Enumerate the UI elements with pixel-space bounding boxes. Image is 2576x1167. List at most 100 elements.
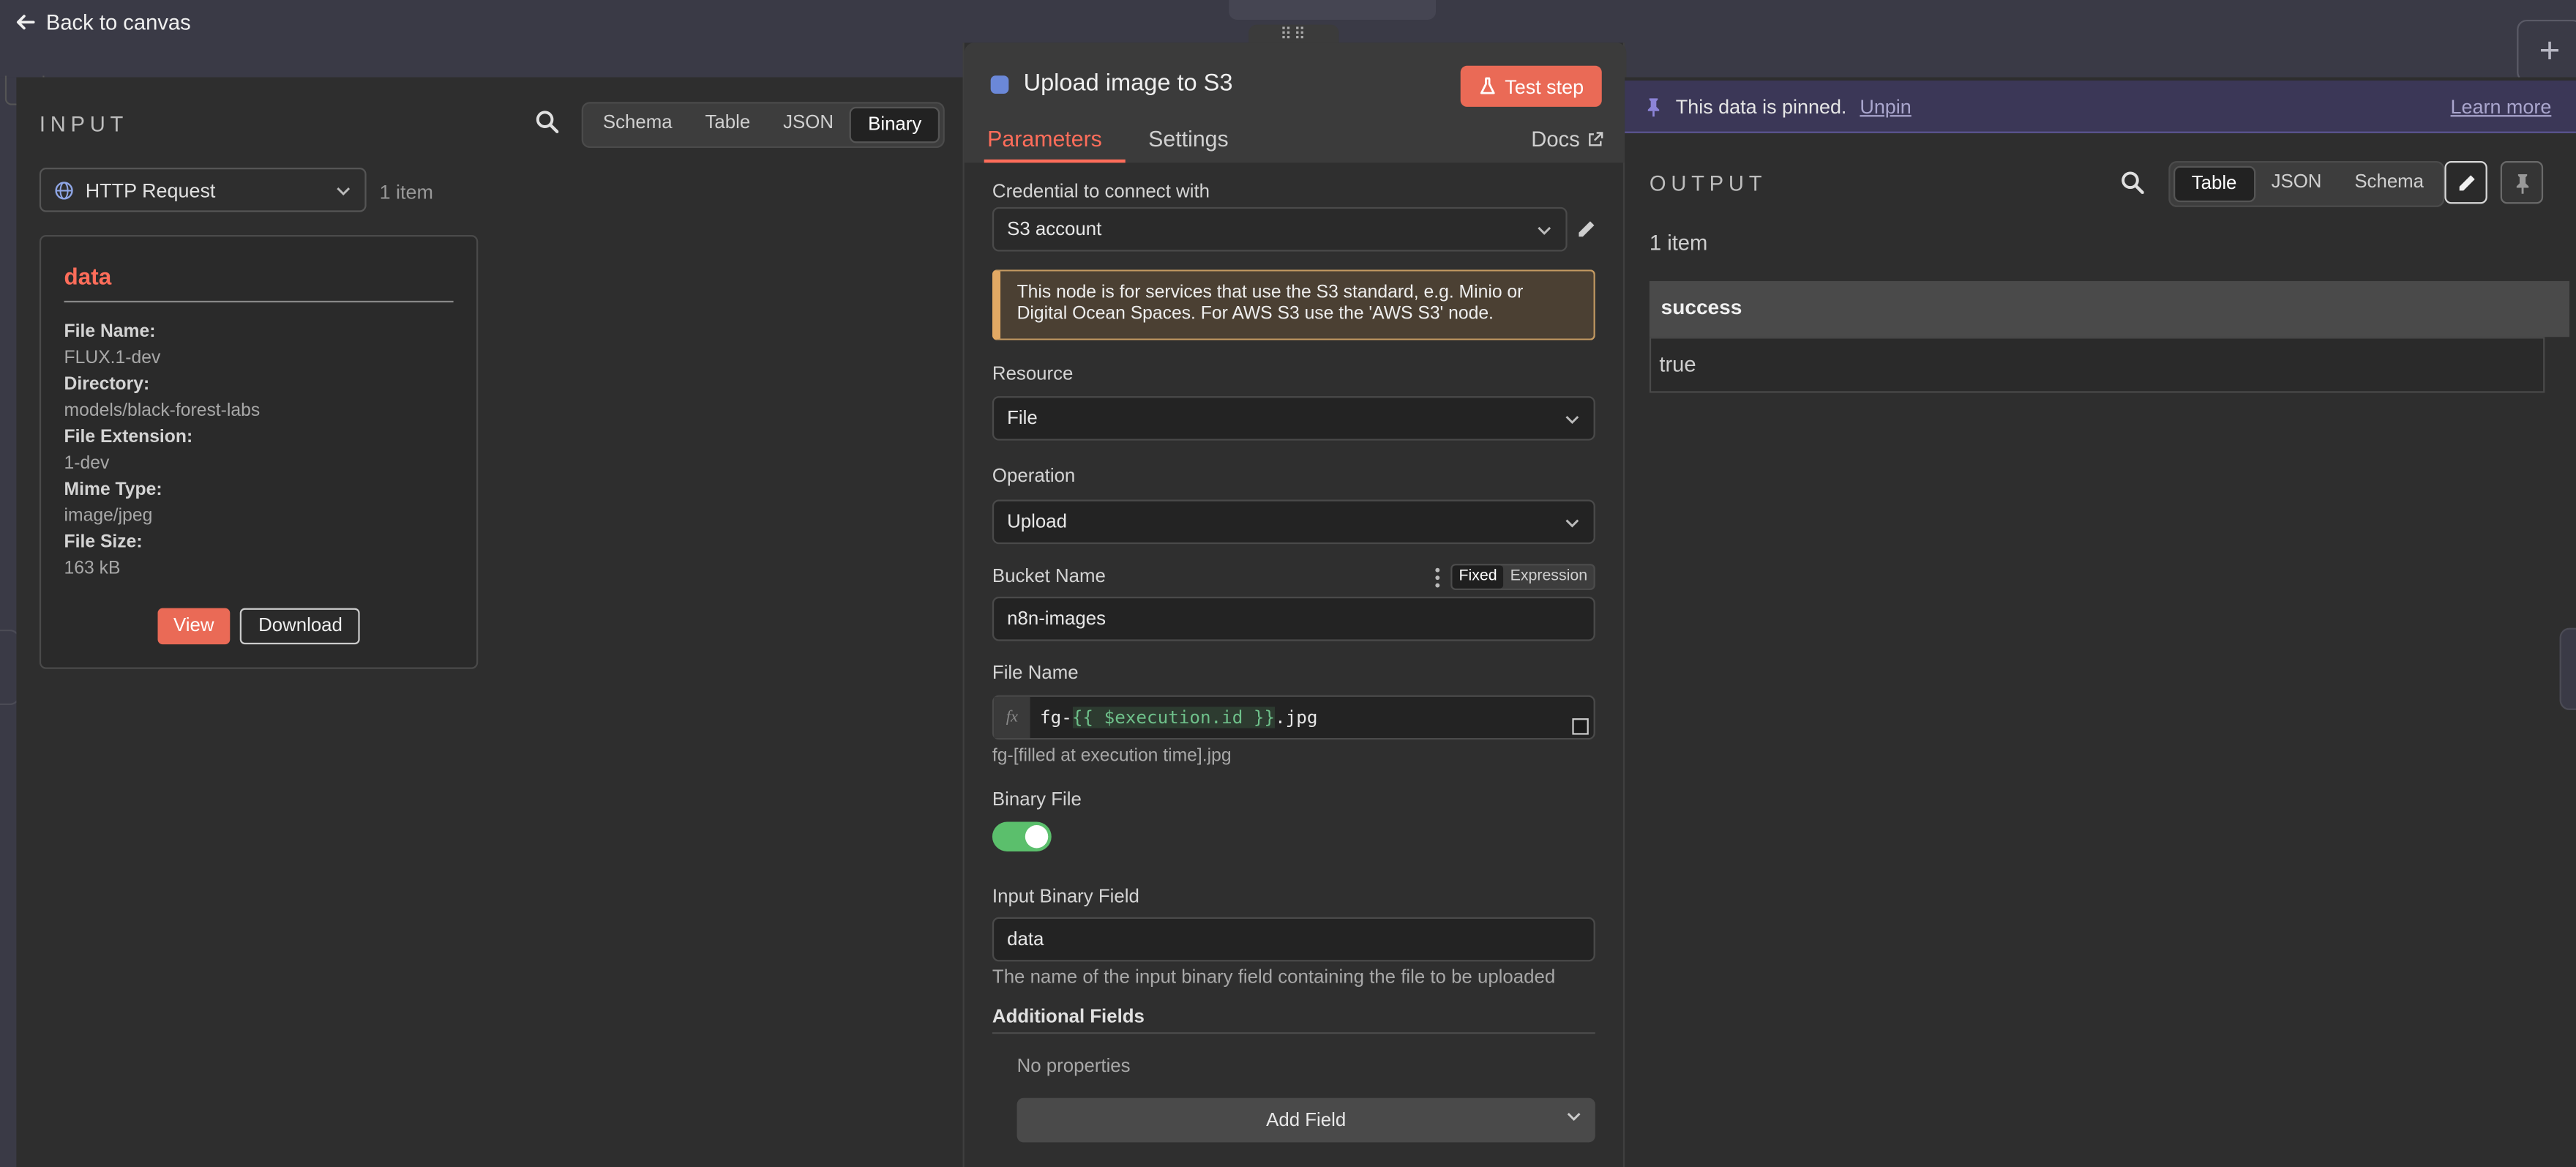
binary-field-value: image/jpeg [64, 506, 153, 526]
output-view-schema[interactable]: Schema [2338, 166, 2441, 202]
node-title: Upload image to S3 [990, 71, 1233, 97]
credential-value: S3 account [1007, 219, 1102, 239]
pencil-icon [2458, 174, 2474, 190]
output-panel: This data is pinned. Unpin Learn more OU… [1625, 77, 2576, 1167]
arrow-left-icon [16, 15, 35, 30]
expr-prefix: fg- [1040, 706, 1072, 728]
top-tabs-stub[interactable] [1229, 0, 1437, 20]
input-view-schema[interactable]: Schema [586, 107, 689, 143]
pin-icon [1647, 97, 1660, 116]
input-view-json[interactable]: JSON [767, 107, 850, 143]
binary-field-value: 163 kB [64, 559, 121, 579]
expr-suffix: .jpg [1275, 706, 1318, 728]
expr-code: {{ $execution.id }} [1071, 706, 1276, 728]
binary-property-name: data [64, 263, 454, 303]
test-step-button[interactable]: Test step [1460, 65, 1602, 107]
table-cell[interactable]: true [1649, 337, 2545, 393]
active-tab-underline [984, 159, 1126, 163]
input-node-select-value: HTTP Request [85, 178, 216, 202]
operation-value: Upload [1007, 512, 1067, 532]
binary-field-value: FLUX.1-dev [64, 348, 161, 368]
view-binary-button[interactable]: View [157, 608, 231, 645]
mode-expression[interactable]: Expression [1504, 565, 1594, 588]
tab-parameters[interactable]: Parameters [987, 127, 1102, 152]
binary-field: File Name: FLUX.1-dev [64, 319, 454, 372]
bucket-name-value: n8n-images [1007, 608, 1107, 629]
pin-data-button[interactable] [2500, 161, 2544, 204]
search-icon[interactable] [2121, 171, 2144, 194]
add-node-button[interactable]: + [2517, 19, 2576, 83]
input-item-count: 1 item [379, 180, 433, 204]
credential-label: Credential to connect with [992, 182, 1210, 203]
input-binary-field-value: data [1007, 929, 1044, 950]
download-binary-button[interactable]: Download [240, 608, 361, 645]
input-panel: INPUT Schema Table JSON Binary HTTP Requ… [16, 77, 963, 1167]
back-label: Back to canvas [45, 10, 191, 35]
binary-field-key: Directory: [64, 374, 150, 395]
add-field-button[interactable]: Add Field [1016, 1097, 1595, 1143]
file-name-expression-input[interactable]: fx fg-{{ $execution.id }}.jpg [992, 695, 1595, 740]
binary-file-label: Binary File [992, 790, 1082, 810]
edit-output-button[interactable] [2444, 161, 2487, 204]
output-view-json[interactable]: JSON [2255, 166, 2338, 202]
expand-editor-icon[interactable] [1572, 718, 1589, 735]
s3-node-icon [990, 75, 1009, 93]
binary-field-key: Mime Type: [64, 480, 162, 500]
external-link-icon [1588, 131, 1603, 146]
operation-select[interactable]: Upload [992, 499, 1595, 545]
chevron-down-icon [1565, 414, 1579, 423]
right-panel-handle[interactable] [2559, 627, 2576, 710]
chevron-down-icon [1565, 518, 1579, 527]
pencil-icon[interactable] [1576, 219, 1597, 240]
tab-settings[interactable]: Settings [1148, 127, 1229, 152]
binary-field-key: File Name: [64, 322, 156, 342]
credential-select[interactable]: S3 account [992, 206, 1568, 252]
binary-data-card: data File Name: FLUX.1-dev Directory: mo… [39, 235, 479, 669]
docs-link[interactable]: Docs [1531, 127, 1603, 152]
file-name-preview: fg-[filled at execution time].jpg [992, 746, 1232, 767]
binary-field-value: 1-dev [64, 453, 110, 474]
binary-field: File Extension: 1-dev [64, 424, 454, 477]
output-view-switch: Table JSON Schema [2168, 161, 2446, 207]
resource-value: File [1007, 408, 1038, 428]
canvas-edge-left [0, 77, 17, 1167]
more-options-icon[interactable] [1433, 567, 1442, 589]
s3-standard-notice: This node is for services that use the S… [992, 269, 1595, 340]
binary-field: Directory: models/black-forest-labs [64, 371, 454, 424]
output-table: success true [1649, 280, 2570, 393]
mode-fixed[interactable]: Fixed [1452, 565, 1504, 589]
input-view-table[interactable]: Table [689, 107, 767, 143]
learn-more-link[interactable]: Learn more [2451, 95, 2552, 118]
additional-fields-label: Additional Fields [992, 1007, 1145, 1028]
input-binary-field-input[interactable]: data [992, 917, 1595, 962]
flask-icon [1480, 77, 1495, 94]
input-binary-field-hint: The name of the input binary field conta… [992, 968, 1556, 988]
operation-label: Operation [992, 466, 1076, 487]
binary-field: File Size: 163 kB [64, 529, 454, 582]
unpin-link[interactable]: Unpin [1860, 94, 1911, 117]
add-field-label: Add Field [1266, 1110, 1347, 1130]
input-node-select[interactable]: HTTP Request [39, 168, 367, 212]
fixed-expression-toggle: Fixed Expression [1450, 564, 1596, 590]
divider [992, 1032, 1595, 1034]
bucket-name-input[interactable]: n8n-images [992, 596, 1595, 641]
test-step-label: Test step [1505, 75, 1584, 98]
plus-icon: + [2539, 29, 2561, 71]
node-title-text[interactable]: Upload image to S3 [1024, 71, 1233, 97]
chevron-down-icon [1567, 1113, 1581, 1121]
input-view-binary[interactable]: Binary [850, 106, 940, 143]
fx-icon: fx [994, 696, 1030, 739]
resource-label: Resource [992, 365, 1074, 385]
search-icon[interactable] [536, 110, 559, 133]
file-name-label: File Name [992, 664, 1079, 684]
resource-select[interactable]: File [992, 396, 1595, 441]
file-name-expression: fg-{{ $execution.id }}.jpg [1030, 706, 1318, 728]
binary-field: Mime Type: image/jpeg [64, 477, 454, 529]
binary-field-key: File Extension: [64, 427, 193, 447]
binary-file-toggle[interactable] [992, 821, 1052, 851]
toggle-knob [1025, 825, 1049, 849]
pin-icon [2515, 173, 2528, 193]
back-to-canvas-button[interactable]: Back to canvas [15, 10, 191, 34]
input-view-switch: Schema Table JSON Binary [581, 102, 945, 149]
output-view-table[interactable]: Table [2174, 165, 2255, 203]
